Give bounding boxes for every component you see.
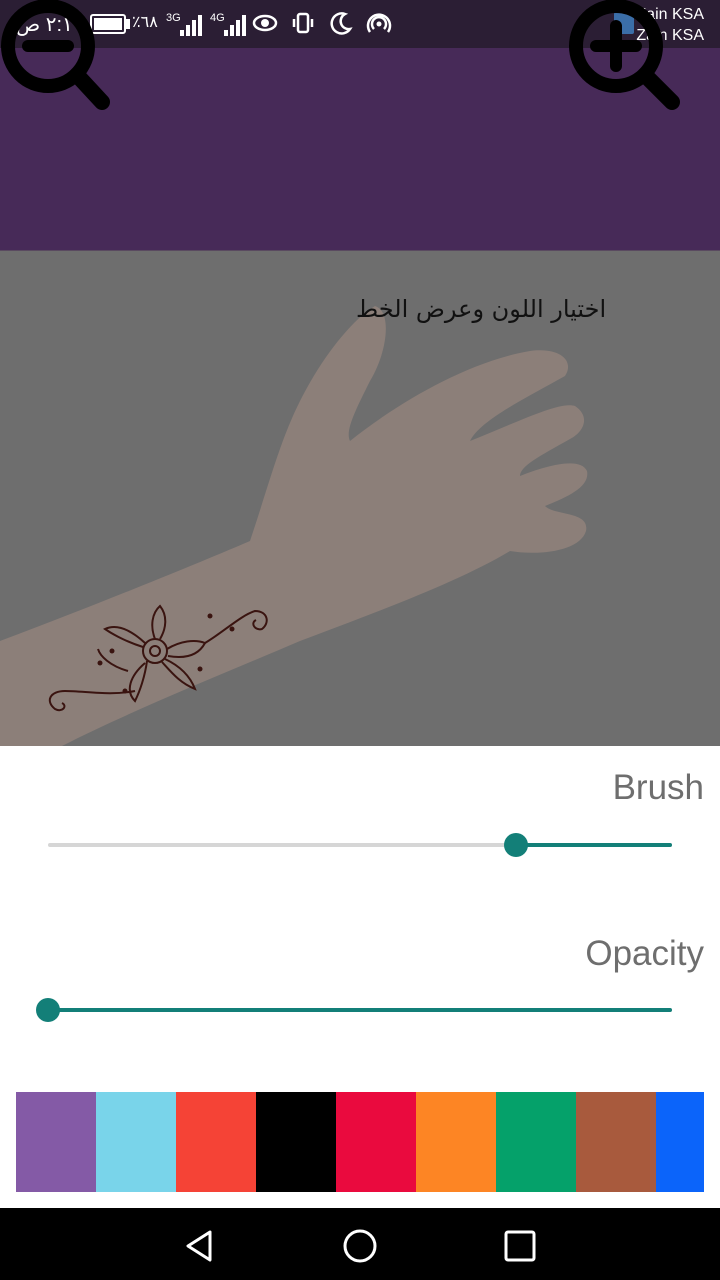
brush-slider[interactable] [48, 830, 672, 860]
canvas-caption: اختيار اللون وعرض الخط [356, 295, 607, 323]
recents-square-icon[interactable] [502, 1228, 538, 1264]
zoom-out-icon[interactable] [0, 0, 130, 120]
navigation-bar [0, 1208, 720, 1280]
opacity-slider-thumb[interactable] [36, 998, 60, 1022]
signal-bars-icon-2 [224, 14, 248, 36]
vibrate-icon [292, 12, 314, 34]
opacity-slider[interactable] [36, 995, 672, 1025]
hand-image [0, 306, 588, 746]
color-palette [16, 1092, 704, 1192]
back-triangle-icon[interactable] [182, 1228, 218, 1264]
color-swatch-7[interactable] [496, 1092, 576, 1192]
color-swatch-2[interactable] [96, 1092, 176, 1192]
color-swatch-9[interactable] [656, 1092, 704, 1192]
brush-label: Brush [612, 768, 704, 807]
opacity-slider-fill [48, 1008, 672, 1012]
network-type-4g: 4G [210, 12, 225, 24]
color-swatch-6[interactable] [416, 1092, 496, 1192]
color-swatch-1[interactable] [16, 1092, 96, 1192]
color-swatch-4[interactable] [256, 1092, 336, 1192]
network-type-3g: 3G [166, 12, 181, 24]
zoom-in-icon[interactable] [560, 0, 690, 120]
home-circle-icon[interactable] [342, 1228, 378, 1264]
brush-slider-thumb[interactable] [504, 833, 528, 857]
color-swatch-3[interactable] [176, 1092, 256, 1192]
moon-icon [330, 12, 353, 35]
color-swatch-8[interactable] [576, 1092, 656, 1192]
battery-percent: ٪٦٨ [132, 14, 158, 31]
hotspot-icon [366, 13, 392, 33]
color-swatch-5[interactable] [336, 1092, 416, 1192]
brush-slider-fill [516, 843, 672, 847]
signal-bars-icon [180, 14, 204, 36]
henna-canvas[interactable]: اختيار اللون وعرض الخط [0, 250, 720, 746]
eye-icon [252, 14, 278, 32]
opacity-label: Opacity [585, 934, 704, 973]
